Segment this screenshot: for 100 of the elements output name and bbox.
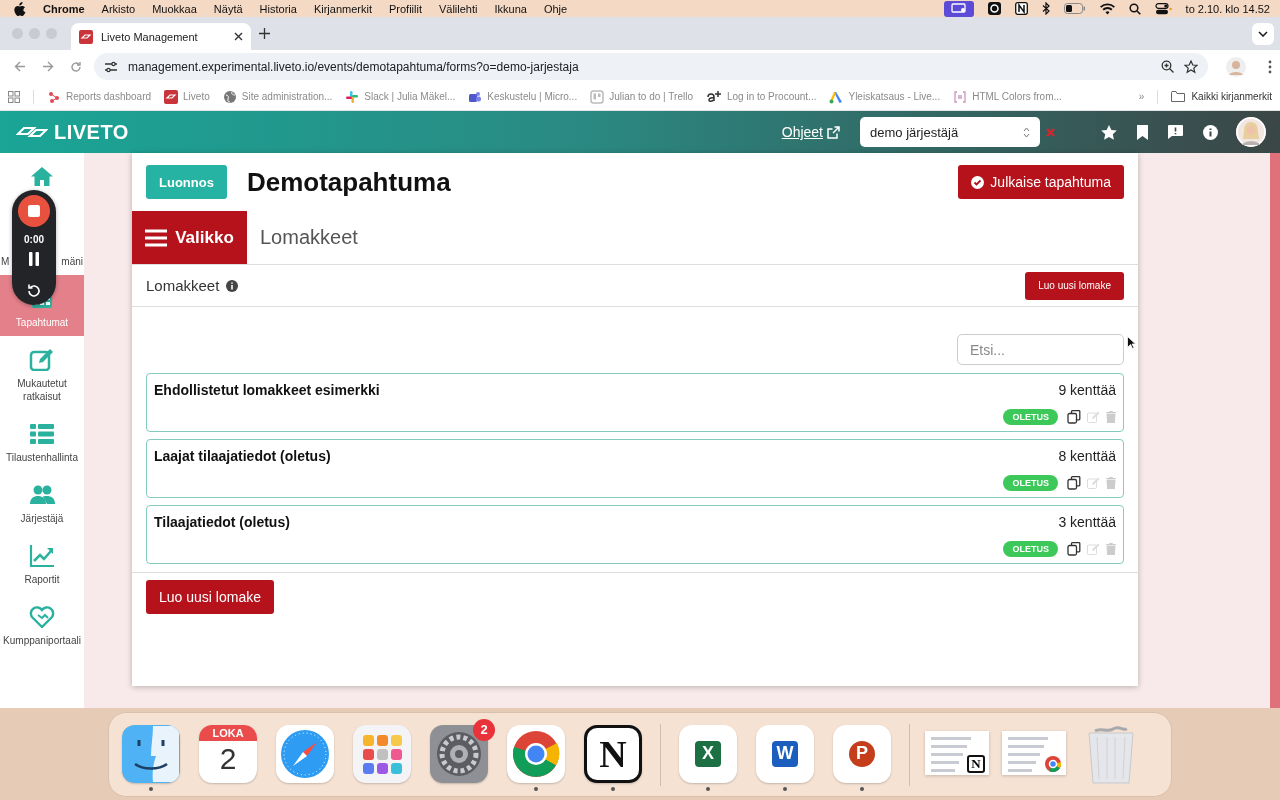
sidebar-item[interactable]: Järjestäjä — [0, 471, 84, 532]
apple-icon[interactable] — [14, 1, 26, 16]
bookmark-link[interactable]: Reports dashboard — [47, 89, 152, 104]
sidebar-item[interactable]: Kumppaniportaali — [0, 593, 84, 654]
menu-item[interactable]: Muokkaa — [152, 2, 197, 15]
info-icon[interactable] — [1203, 124, 1218, 140]
app-menu[interactable]: Chrome — [43, 2, 85, 15]
copy-icon[interactable] — [1067, 476, 1081, 490]
star-icon[interactable] — [1101, 124, 1117, 140]
home-icon — [29, 164, 55, 188]
forward-icon[interactable] — [42, 61, 54, 72]
liveto-favicon-icon — [79, 29, 93, 44]
new-tab-icon[interactable] — [259, 28, 270, 39]
tab-list-button[interactable] — [1252, 23, 1274, 45]
feedback-icon[interactable] — [1168, 125, 1183, 139]
organizer-select[interactable]: demo järjestäjä — [860, 117, 1040, 147]
notion-icon[interactable]: N — [584, 724, 642, 783]
gear-icon[interactable] — [430, 724, 488, 783]
chrome-icon[interactable] — [507, 724, 565, 783]
close-icon[interactable] — [234, 32, 243, 41]
bluetooth-icon[interactable] — [1041, 2, 1050, 15]
publish-button[interactable]: Julkaise tapahtuma — [958, 165, 1124, 199]
wifi-icon[interactable] — [1099, 2, 1115, 15]
back-icon[interactable] — [14, 61, 26, 72]
favicon-icon — [222, 89, 237, 104]
new-form-button[interactable]: Luo uusi lomake — [1025, 271, 1124, 300]
menu-item[interactable]: Välilehti — [438, 2, 478, 15]
calendar-icon[interactable]: LOKA 2 — [199, 724, 257, 783]
bookmark-link[interactable]: Julian to do | Trello — [590, 89, 693, 104]
sidebar-item[interactable]: Raportit — [0, 532, 84, 593]
bookmark-link[interactable]: Slack | Julia Mäkel... — [345, 89, 456, 104]
screen-share-icon[interactable] — [943, 0, 974, 17]
restart-icon[interactable] — [26, 283, 42, 299]
search-icon[interactable] — [1128, 2, 1141, 15]
clock[interactable]: to 2.10. klo 14.52 — [1185, 2, 1270, 15]
bookmark-link[interactable]: Liveto — [164, 89, 210, 104]
bookmark-link[interactable]: HTML Colors from... — [953, 89, 1062, 104]
menu-item[interactable]: Kirjanmerkit — [313, 2, 372, 15]
default-badge: OLETUS — [1003, 475, 1058, 491]
word-icon[interactable]: W — [756, 724, 814, 783]
bookmark-star-icon[interactable] — [1184, 59, 1198, 74]
bookmark-link[interactable]: Log in to Procount... — [705, 89, 817, 104]
form-card[interactable]: Tilaajatiedot (oletus) 3 kenttää OLETUS — [146, 505, 1124, 564]
menu-button[interactable]: Valikko — [132, 211, 247, 264]
new-form-button[interactable]: Luo uusi lomake — [146, 580, 274, 614]
sidebar-item[interactable]: Tilaustenhallinta — [0, 410, 84, 471]
menu-item[interactable]: Historia — [259, 2, 297, 15]
site-settings-icon[interactable] — [104, 60, 118, 73]
menu-item[interactable]: Näytä — [213, 2, 243, 15]
list-icon — [29, 421, 55, 445]
check-circle-icon — [971, 175, 985, 189]
browser-tab[interactable]: Liveto Management — [71, 23, 251, 50]
copy-icon[interactable] — [1067, 542, 1081, 556]
finder-icon[interactable] — [122, 724, 180, 783]
powerpoint-icon[interactable]: P — [833, 724, 891, 783]
user-avatar[interactable] — [1236, 117, 1266, 147]
menu-item[interactable]: Profiilit — [388, 2, 422, 15]
apps-icon[interactable] — [8, 90, 20, 103]
sidebar-item[interactable]: Mukautetut ratkaisut — [0, 336, 84, 410]
more-icon[interactable] — [1268, 59, 1272, 74]
address-bar[interactable]: management.experimental.liveto.io/events/demotapahtuma/forms?o=demo-jarjestaja — [94, 53, 1208, 80]
menu-icon — [145, 228, 168, 247]
scrollbar[interactable] — [1270, 153, 1280, 708]
form-card[interactable]: Ehdollistetut lomakkeet esimerkki 9 kenttää OLETUS — [146, 373, 1124, 432]
sidebar-label: mäni — [61, 255, 83, 268]
pause-icon[interactable] — [29, 252, 39, 266]
search-field[interactable]: Etsi... — [957, 334, 1124, 365]
notion-menubar-icon[interactable] — [1014, 2, 1028, 15]
favicon-icon — [345, 89, 360, 104]
help-link[interactable]: Ohjeet — [781, 124, 840, 140]
all-bookmarks-link[interactable]: Kaikki kirjanmerkit — [1171, 91, 1272, 102]
bookmark-icon[interactable] — [1137, 124, 1148, 140]
info-icon[interactable] — [226, 279, 239, 292]
excel-icon[interactable]: X — [679, 724, 737, 783]
copy-icon[interactable] — [1067, 410, 1081, 424]
menu-item[interactable]: Arkisto — [101, 2, 136, 15]
bookmark-link[interactable]: Site administration... — [222, 89, 333, 104]
battery-icon[interactable] — [1063, 3, 1086, 14]
menu-item[interactable]: Ohje — [543, 2, 568, 15]
reload-icon[interactable] — [70, 60, 82, 73]
form-name: Ehdollistetut lomakkeet esimerkki — [154, 382, 380, 398]
aperture-icon[interactable] — [987, 2, 1001, 15]
window-thumbnail[interactable] — [1002, 730, 1066, 775]
control-center-icon[interactable] — [1154, 2, 1172, 15]
more-bookmarks-button[interactable]: » — [1138, 91, 1145, 102]
form-card[interactable]: Laajat tilaajatiedot (oletus) 8 kenttää OLETUS — [146, 439, 1124, 498]
calendar-day: 2 — [219, 740, 237, 777]
logo-text: LIVETO — [54, 120, 129, 144]
section-title: Lomakkeet — [260, 226, 358, 249]
panel-title: Lomakkeet — [146, 277, 220, 294]
window-thumbnail[interactable]: N — [925, 730, 989, 775]
stop-recording-button[interactable] — [18, 195, 50, 227]
folder-icon — [1171, 91, 1186, 102]
default-badge: OLETUS — [1003, 541, 1058, 557]
app-grid-icon[interactable] — [353, 724, 411, 783]
bookmark-link[interactable]: Keskustelu | Micro... — [468, 89, 578, 104]
compass-icon[interactable] — [276, 724, 334, 783]
menu-item[interactable]: Ikkuna — [494, 2, 527, 15]
zoom-icon[interactable] — [1161, 60, 1174, 73]
bookmark-link[interactable]: Yleiskatsaus - Live... — [829, 89, 941, 104]
